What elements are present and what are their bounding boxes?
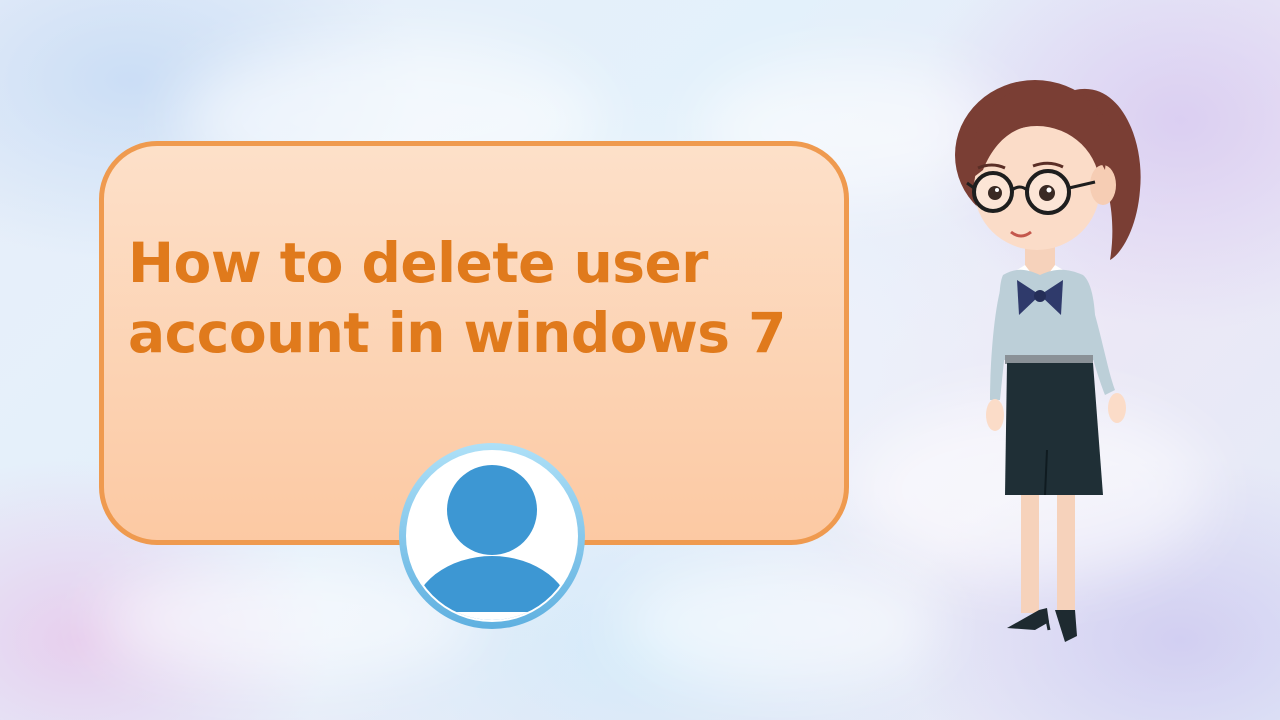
title-line-1: How to delete user xyxy=(128,231,708,295)
video-title: How to delete user account in windows 7 xyxy=(128,228,828,368)
user-avatar-icon xyxy=(399,443,585,629)
presenter-character xyxy=(955,80,1141,642)
background-cloud xyxy=(620,560,940,690)
title-line-2: account in windows 7 xyxy=(128,301,786,365)
